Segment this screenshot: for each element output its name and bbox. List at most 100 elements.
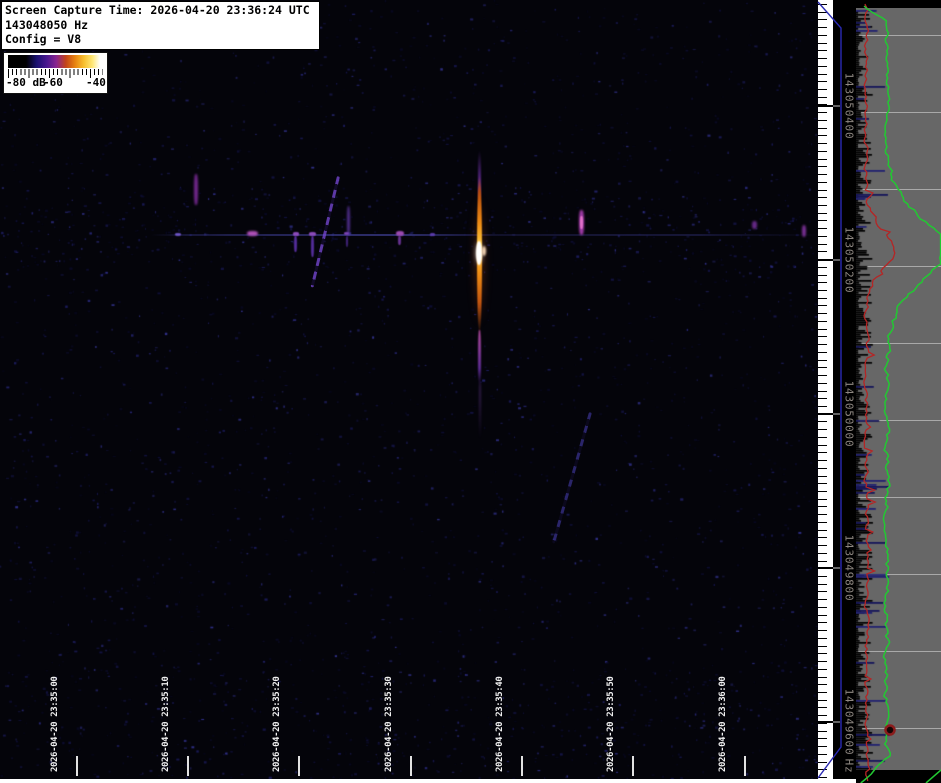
ruler-tick — [818, 190, 827, 191]
ruler-tick — [818, 514, 827, 515]
ruler-tick — [818, 267, 827, 268]
aircraft-bright — [347, 206, 350, 236]
ruler-tick — [818, 669, 827, 670]
ruler-tick — [818, 522, 827, 523]
peak-spectrum-trace — [861, 6, 941, 783]
time-label: 2026-04-20 23:36:00 — [717, 677, 730, 772]
ruler-tick — [818, 421, 827, 422]
ruler-tick — [818, 615, 827, 616]
frequency-label: 143050200 — [843, 227, 856, 294]
ruler-tick — [818, 174, 827, 175]
time-label: 2026-04-20 23:35:10 — [160, 677, 173, 772]
spectrogram-app-window: Screen Capture Time: 2026-04-20 23:36:24… — [0, 0, 941, 783]
ruler-tick — [818, 731, 827, 732]
ruler-major-tick — [818, 105, 840, 107]
ruler-tick — [818, 692, 827, 693]
ruler-tick — [818, 738, 827, 739]
ruler-tick — [818, 35, 827, 36]
ruler-tick — [818, 452, 827, 453]
meteor-flash-core — [476, 241, 482, 265]
ruler-tick — [818, 143, 827, 144]
ruler-tick — [818, 383, 827, 384]
echo-blip-core — [580, 216, 583, 229]
ruler-tick — [818, 607, 827, 608]
ruler-tick — [818, 352, 827, 353]
ruler-tick — [818, 445, 827, 446]
time-label: 2026-04-20 23:35:00 — [49, 677, 62, 772]
carrier-dash — [311, 236, 314, 257]
ruler-tick — [818, 561, 827, 562]
ruler-tick — [818, 159, 827, 160]
ruler-tick — [818, 58, 827, 59]
capture-info-box: Screen Capture Time: 2026-04-20 23:36:24… — [1, 1, 320, 50]
color-scale-legend: -80 dB-60-40 — [3, 52, 108, 94]
color-scale-label: -40 — [86, 76, 106, 89]
ruler-tick — [818, 282, 827, 283]
ruler-tick — [818, 584, 827, 585]
echo-blip — [752, 221, 757, 229]
time-label: 2026-04-20 23:35:30 — [383, 677, 396, 772]
time-tick — [298, 756, 300, 776]
ruler-tick — [818, 12, 827, 13]
ruler-tick — [818, 19, 827, 20]
color-scale-gradient — [8, 55, 103, 68]
ruler-tick — [818, 367, 827, 368]
ruler-tick — [818, 553, 827, 554]
ruler-tick — [818, 777, 827, 778]
carrier-seg — [430, 233, 435, 236]
echo-blip — [802, 225, 806, 237]
carrier-seg — [175, 233, 181, 236]
echo-blip — [194, 174, 198, 205]
ruler-tick — [818, 483, 827, 484]
bottom-border — [0, 779, 856, 783]
frequency-label: 143049800 — [843, 535, 856, 602]
time-tick — [521, 756, 523, 776]
frequency-label: 143050400 — [843, 73, 856, 140]
ruler-tick — [818, 375, 827, 376]
ruler-tick — [818, 66, 827, 67]
ruler-tick — [818, 622, 827, 623]
ruler-tick — [818, 298, 827, 299]
ruler-tick — [818, 468, 827, 469]
ruler-tick — [818, 236, 827, 237]
ruler-tick — [818, 321, 827, 322]
ruler-tick — [818, 769, 827, 770]
ruler-tick — [818, 460, 827, 461]
ruler-tick — [818, 661, 827, 662]
ruler-tick — [818, 128, 827, 129]
capture-time-text: Screen Capture Time: 2026-04-20 23:36:24… — [5, 3, 316, 18]
ruler-major-tick — [818, 413, 840, 415]
ruler-tick — [818, 336, 827, 337]
ruler-tick — [818, 754, 827, 755]
carrier-seg — [293, 232, 299, 236]
carrier-dash — [346, 236, 348, 247]
ruler-tick — [818, 43, 827, 44]
ruler-tick — [818, 545, 827, 546]
spectrogram-feature-layer — [0, 0, 818, 783]
ruler-tick — [818, 74, 827, 75]
ruler-tick — [818, 677, 827, 678]
ruler-tick — [818, 50, 827, 51]
ruler-tick — [818, 27, 827, 28]
time-label: 2026-04-20 23:35:50 — [605, 677, 618, 772]
spectrum-analyzer-panel — [856, 0, 941, 783]
ruler-major-tick — [818, 259, 840, 261]
ruler-tick — [818, 228, 827, 229]
frequency-ruler — [818, 0, 833, 783]
ruler-tick — [818, 653, 827, 654]
ruler-tick — [818, 638, 827, 639]
ruler-tick — [818, 135, 827, 136]
meteor-flash-bump — [482, 246, 486, 256]
ruler-tick — [818, 707, 827, 708]
ruler-tick — [818, 81, 827, 82]
frequency-label: 143049600 — [843, 689, 856, 756]
ruler-tick — [818, 4, 827, 5]
ruler-tick — [818, 220, 827, 221]
average-spectrum-trace — [864, 4, 895, 781]
ruler-tick — [818, 182, 827, 183]
ruler-tick — [818, 746, 827, 747]
ruler-tick — [818, 476, 827, 477]
frequency-marker-dot — [886, 726, 895, 735]
ruler-tick — [818, 120, 827, 121]
color-scale-label: -80 dB — [6, 76, 46, 89]
